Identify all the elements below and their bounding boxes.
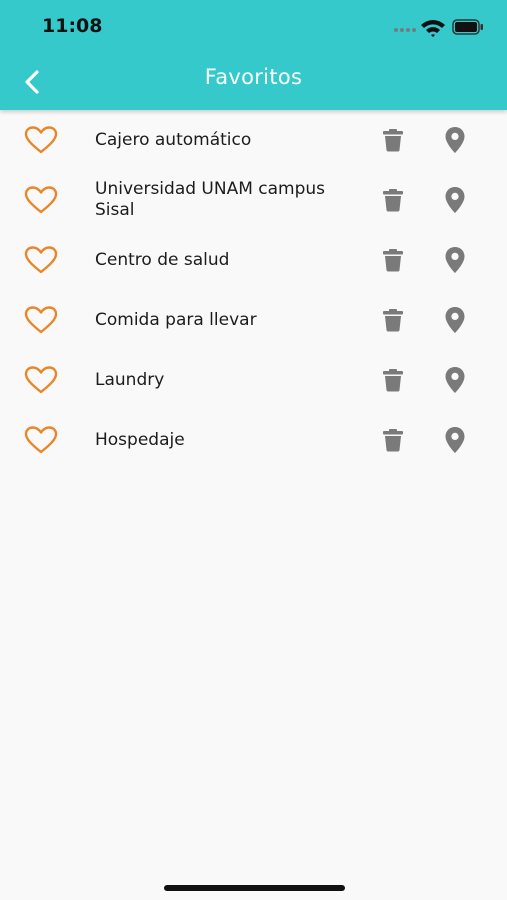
heart-outline-icon[interactable] [24,305,58,335]
favorite-row[interactable]: Centro de salud [0,230,507,290]
favorite-row[interactable]: Laundry [0,350,507,410]
favorite-name: Cajero automático [95,129,252,150]
heart-outline-icon[interactable] [24,425,58,455]
favorite-row[interactable]: Universidad UNAM campus Sisal [0,170,507,230]
map-pin-icon[interactable] [444,366,466,394]
map-pin-icon[interactable] [444,306,466,334]
favorite-row[interactable]: Comida para llevar [0,290,507,350]
favorite-name: Laundry [95,369,165,390]
status-bar: 11:08 [0,0,507,55]
heart-outline-icon[interactable] [24,125,58,155]
trash-icon[interactable] [382,248,404,272]
home-indicator[interactable] [164,885,345,891]
map-pin-icon[interactable] [444,426,466,454]
status-time: 11:08 [42,15,103,37]
heart-outline-icon[interactable] [24,365,58,395]
heart-outline-icon[interactable] [24,185,58,215]
trash-icon[interactable] [382,428,404,452]
page-title: Favoritos [204,65,303,89]
map-pin-icon[interactable] [444,246,466,274]
wifi-icon [421,20,445,37]
app-header: 11:08 Favoritos [0,0,507,110]
heart-outline-icon[interactable] [24,245,58,275]
trash-icon[interactable] [382,188,404,212]
favorite-name: Hospedaje [95,429,185,450]
trash-icon[interactable] [382,368,404,392]
map-pin-icon[interactable] [444,126,466,154]
favorite-name: Centro de salud [95,249,230,270]
favorite-row[interactable]: Cajero automático [0,110,507,170]
trash-icon[interactable] [382,128,404,152]
favorite-name: Universidad UNAM campus Sisal [95,179,326,220]
battery-icon [452,19,483,35]
favorite-row[interactable]: Hospedaje [0,410,507,470]
map-pin-icon[interactable] [444,186,466,214]
cellular-signal-icon [394,28,416,32]
favorite-name: Comida para llevar [95,309,257,330]
trash-icon[interactable] [382,308,404,332]
